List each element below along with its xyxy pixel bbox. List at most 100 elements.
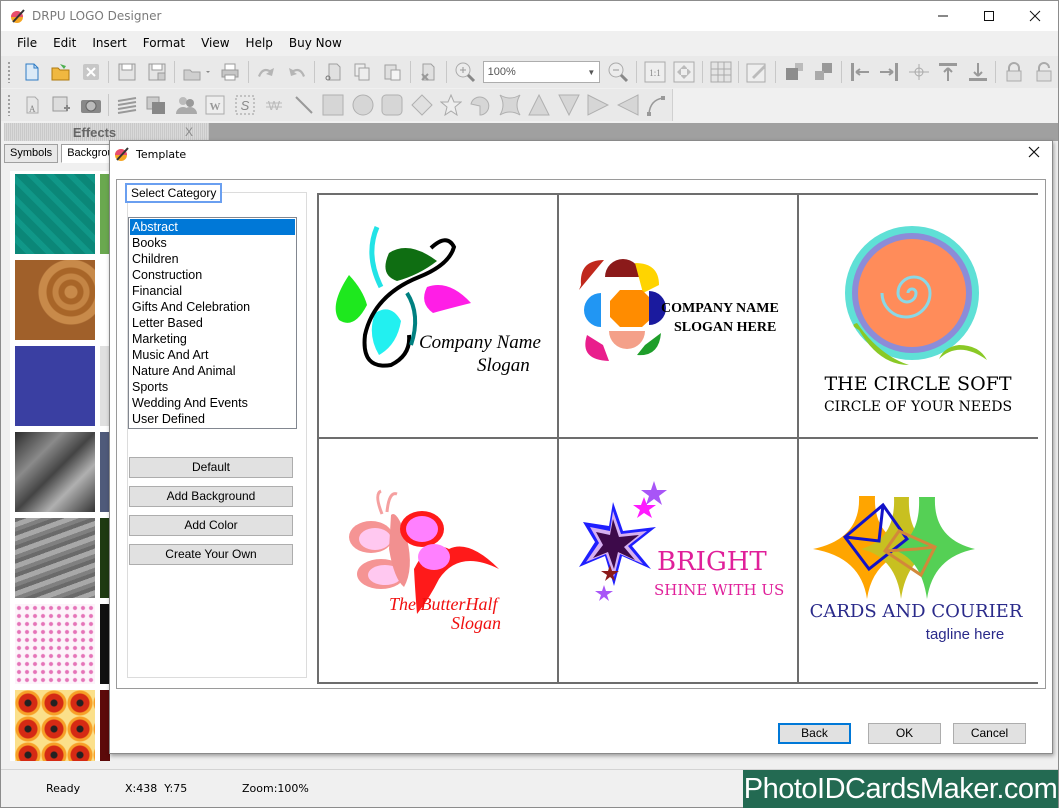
align-bottom-button[interactable] [966, 60, 990, 84]
template-card-cards-courier[interactable]: CARDS AND COURIER tagline here [799, 439, 1038, 682]
bring-forward-button[interactable] [782, 60, 806, 84]
category-item-gifts-and-celebration[interactable]: Gifts And Celebration [130, 299, 295, 315]
unlock-button[interactable] [1032, 60, 1056, 84]
template-card-octagon[interactable]: COMPANY NAME SLOGAN HERE [559, 195, 799, 439]
signature-button[interactable]: S [233, 93, 256, 117]
curve-tool-button[interactable] [645, 93, 668, 117]
undo-button[interactable] [255, 60, 279, 84]
add-background-button[interactable]: Add Background [129, 486, 293, 507]
zoom-out-button[interactable] [606, 60, 630, 84]
menu-insert[interactable]: Insert [84, 31, 134, 55]
background-thumbnail-pink-flowers[interactable] [15, 604, 95, 684]
category-item-financial[interactable]: Financial [130, 283, 295, 299]
back-button[interactable]: Back [778, 723, 851, 744]
cancel-button[interactable]: Cancel [953, 723, 1026, 744]
triangle-right-tool-button[interactable] [587, 93, 610, 117]
category-item-children[interactable]: Children [130, 251, 295, 267]
edit-button[interactable] [745, 60, 769, 84]
new-file-button[interactable] [20, 60, 44, 84]
open-button[interactable] [49, 60, 73, 84]
menu-edit[interactable]: Edit [45, 31, 84, 55]
redo-button[interactable] [285, 60, 309, 84]
template-card-bright[interactable]: BRIGHT SHINE WITH US [559, 439, 799, 682]
rectangle-tool-button[interactable] [321, 93, 344, 117]
menu-help[interactable]: Help [238, 31, 281, 55]
maximize-button[interactable] [966, 1, 1012, 31]
zoom-in-button[interactable] [453, 60, 477, 84]
template-card-butterfly[interactable]: The ButterHalf Slogan [319, 439, 559, 682]
background-thumbnail-blue[interactable] [15, 346, 95, 426]
camera-button[interactable] [79, 93, 102, 117]
category-item-letter-based[interactable]: Letter Based [130, 315, 295, 331]
align-right-button[interactable] [877, 60, 901, 84]
align-left-button[interactable] [848, 60, 872, 84]
background-thumbnail-gray-silk[interactable] [15, 432, 95, 512]
bring-front-button[interactable] [145, 93, 168, 117]
background-thumbnail-gray-marble[interactable] [15, 518, 95, 598]
star-tool-button[interactable] [439, 93, 462, 117]
default-button[interactable]: Default [129, 457, 293, 478]
delete-button[interactable] [417, 60, 441, 84]
triangle-left-tool-button[interactable] [616, 93, 639, 117]
align-top-button[interactable] [936, 60, 960, 84]
diamond-tool-button[interactable] [410, 93, 433, 117]
zoom-level-dropdown[interactable]: 100% ▼ [482, 61, 601, 83]
category-item-nature-and-animal[interactable]: Nature And Animal [130, 363, 295, 379]
send-backward-button[interactable] [811, 60, 835, 84]
grid-button[interactable] [709, 60, 733, 84]
print-button[interactable] [219, 60, 243, 84]
cut-button[interactable] [321, 60, 345, 84]
category-item-marketing[interactable]: Marketing [130, 331, 295, 347]
template-card-leaves[interactable]: Company Name Slogan [319, 195, 559, 439]
image-tool-button[interactable] [49, 93, 72, 117]
watermark-button[interactable]: W [263, 93, 286, 117]
category-item-abstract[interactable]: Abstract [130, 219, 295, 235]
close-file-button[interactable] [79, 60, 103, 84]
rounded-rect-tool-button[interactable] [380, 93, 403, 117]
arc-tool-button[interactable] [469, 93, 492, 117]
toolbar-grip[interactable] [7, 94, 11, 116]
menu-file[interactable]: File [9, 31, 45, 55]
export-button[interactable] [181, 60, 212, 84]
create-your-own-button[interactable]: Create Your Own [129, 544, 293, 565]
align-center-button[interactable] [907, 60, 931, 84]
triangle-up-tool-button[interactable] [528, 93, 551, 117]
ellipse-tool-button[interactable] [351, 93, 374, 117]
word-art-button[interactable]: W [204, 93, 227, 117]
text-tool-button[interactable]: A [20, 93, 43, 117]
copy-button[interactable] [351, 60, 375, 84]
layers-button[interactable] [115, 93, 138, 117]
toolbar-grip[interactable] [7, 61, 11, 83]
star4-tool-button[interactable] [498, 93, 521, 117]
menu-format[interactable]: Format [135, 31, 193, 55]
category-item-books[interactable]: Books [130, 235, 295, 251]
dialog-close-button[interactable] [1024, 145, 1044, 163]
category-item-user-defined[interactable]: User Defined [130, 411, 295, 427]
category-item-music-and-art[interactable]: Music And Art [130, 347, 295, 363]
lock-button[interactable] [1002, 60, 1026, 84]
minimize-button[interactable] [920, 1, 966, 31]
category-item-wedding-and-events[interactable]: Wedding And Events [130, 395, 295, 411]
paste-button[interactable] [380, 60, 404, 84]
menu-buy-now[interactable]: Buy Now [281, 31, 350, 55]
add-color-button[interactable]: Add Color [129, 515, 293, 536]
users-button[interactable] [174, 93, 197, 117]
menu-view[interactable]: View [193, 31, 237, 55]
category-item-sports[interactable]: Sports [130, 379, 295, 395]
tab-symbols[interactable]: Symbols [4, 144, 59, 163]
template-card-circle-soft[interactable]: THE CIRCLE SOFT CIRCLE OF YOUR NEEDS [799, 195, 1038, 439]
save-as-button[interactable] [145, 60, 169, 84]
category-item-construction[interactable]: Construction [130, 267, 295, 283]
fit-window-button[interactable] [672, 60, 696, 84]
close-button[interactable] [1012, 1, 1058, 31]
background-thumbnail-sunflowers[interactable] [15, 690, 95, 761]
effects-panel-close-button[interactable]: X [185, 125, 209, 139]
triangle-down-tool-button[interactable] [557, 93, 580, 117]
save-button[interactable] [115, 60, 139, 84]
category-list[interactable]: Abstract Books Children Construction Fin… [128, 217, 297, 429]
background-thumbnail-teal-geometric[interactable] [15, 174, 95, 254]
actual-size-button[interactable]: 1:1 [643, 60, 667, 84]
background-thumbnail-wood[interactable] [15, 260, 95, 340]
ok-button[interactable]: OK [868, 723, 941, 744]
line-tool-button[interactable] [292, 93, 315, 117]
